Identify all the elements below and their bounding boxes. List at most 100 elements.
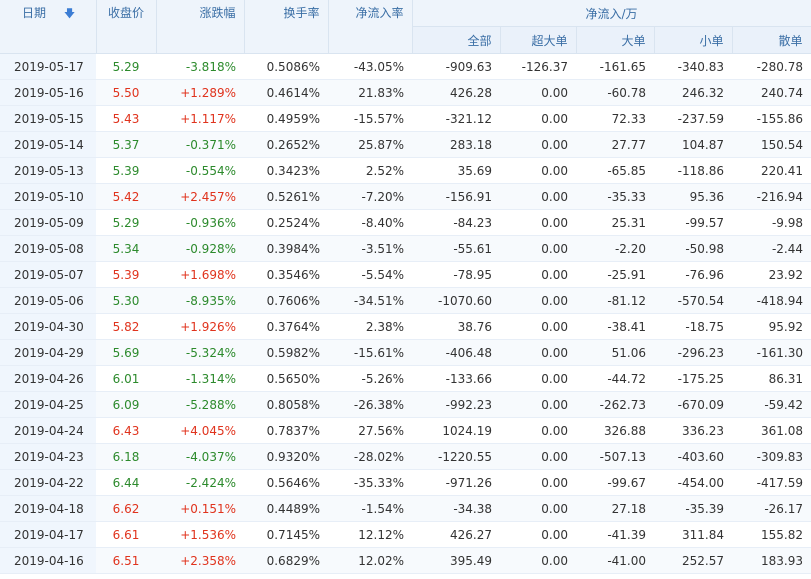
table-row[interactable]: 2019-04-16 6.51 +2.358% 0.6829% 12.02% 395.49… [0, 547, 811, 574]
cell-net-large: 27.18 [576, 495, 654, 522]
cell-date: 2019-05-08 [0, 235, 96, 262]
cell-net-super-large: 0.00 [500, 287, 576, 314]
cell-turnover: 0.5646% [244, 469, 328, 496]
cell-net-retail: 361.08 [732, 417, 811, 444]
header-date-label: 日期 [22, 6, 47, 20]
cell-net-large: 51.06 [576, 339, 654, 366]
header-retail[interactable]: 散单 [732, 26, 811, 54]
cell-date: 2019-04-22 [0, 469, 96, 496]
cell-net-large: 326.88 [576, 417, 654, 444]
header-date[interactable]: 日期 🡇 [0, 0, 97, 54]
cell-close: 5.43 [96, 105, 156, 132]
cell-net-small: -670.09 [654, 391, 732, 418]
header-large[interactable]: 大单 [576, 26, 655, 54]
cell-turnover: 0.4489% [244, 495, 328, 522]
table-row[interactable]: 2019-04-29 5.69 -5.324% 0.5982% -15.61% -406.… [0, 339, 811, 366]
cell-close: 5.37 [96, 131, 156, 158]
table-row[interactable]: 2019-05-17 5.29 -3.818% 0.5086% -43.05% -909.… [0, 53, 811, 80]
fund-flow-panel: 日期 🡇 收盘价 涨跌幅 换手率 净流入率 净流入/万 全部 超大单 大单 小单… [0, 0, 811, 579]
cell-turnover: 0.4959% [244, 105, 328, 132]
cell-net-inflow-rate: 12.02% [328, 547, 412, 574]
cell-net-retail: -9.98 [732, 209, 811, 236]
cell-turnover: 0.4614% [244, 79, 328, 106]
header-net-inflow-rate[interactable]: 净流入率 [328, 0, 413, 54]
cell-turnover: 0.7837% [244, 417, 328, 444]
cell-net-small: -454.00 [654, 469, 732, 496]
cell-net-large: -161.65 [576, 53, 654, 80]
cell-turnover: 0.3984% [244, 235, 328, 262]
cell-date: 2019-04-18 [0, 495, 96, 522]
cell-net-all: -321.12 [412, 105, 500, 132]
cell-net-all: 395.49 [412, 547, 500, 574]
table-row[interactable]: 2019-04-25 6.09 -5.288% 0.8058% -26.38% -992.… [0, 391, 811, 418]
header-all[interactable]: 全部 [412, 26, 501, 54]
cell-net-super-large: 0.00 [500, 261, 576, 288]
cell-net-all: -156.91 [412, 183, 500, 210]
cell-net-small: -340.83 [654, 53, 732, 80]
table-row[interactable]: 2019-05-13 5.39 -0.554% 0.3423% 2.52% 35.69 0.… [0, 157, 811, 184]
header-super-large[interactable]: 超大单 [500, 26, 577, 54]
header-change[interactable]: 涨跌幅 [156, 0, 245, 54]
table-row[interactable]: 2019-04-26 6.01 -1.314% 0.5650% -5.26% -133.6… [0, 365, 811, 392]
cell-net-inflow-rate: 21.83% [328, 79, 412, 106]
table-row[interactable]: 2019-05-08 5.34 -0.928% 0.3984% -3.51% -55.61… [0, 235, 811, 262]
cell-date: 2019-05-09 [0, 209, 96, 236]
cell-date: 2019-04-23 [0, 443, 96, 470]
cell-net-small: 104.87 [654, 131, 732, 158]
cell-date: 2019-05-10 [0, 183, 96, 210]
cell-change: +4.045% [156, 417, 244, 444]
table-row[interactable]: 2019-05-16 5.50 +1.289% 0.4614% 21.83% 426.28… [0, 79, 811, 106]
cell-close: 5.34 [96, 235, 156, 262]
table-body: 2019-05-17 5.29 -3.818% 0.5086% -43.05% -909.… [0, 53, 811, 574]
header-close[interactable]: 收盘价 [96, 0, 157, 54]
sort-down-icon[interactable]: 🡇 [64, 7, 75, 20]
cell-change: +1.698% [156, 261, 244, 288]
cell-change: -4.037% [156, 443, 244, 470]
table-row[interactable]: 2019-05-09 5.29 -0.936% 0.2524% -8.40% -84.23… [0, 209, 811, 236]
cell-net-small: 252.57 [654, 547, 732, 574]
cell-net-retail: 95.92 [732, 313, 811, 340]
table-row[interactable]: 2019-04-24 6.43 +4.045% 0.7837% 27.56% 1024.1… [0, 417, 811, 444]
cell-net-retail: 240.74 [732, 79, 811, 106]
header-turnover[interactable]: 换手率 [244, 0, 329, 54]
cell-turnover: 0.3546% [244, 261, 328, 288]
header-small[interactable]: 小单 [654, 26, 733, 54]
cell-net-all: 38.76 [412, 313, 500, 340]
fund-flow-table: 日期 🡇 收盘价 涨跌幅 换手率 净流入率 净流入/万 全部 超大单 大单 小单… [0, 0, 811, 574]
table-row[interactable]: 2019-04-17 6.61 +1.536% 0.7145% 12.12% 426.27… [0, 521, 811, 548]
table-row[interactable]: 2019-05-15 5.43 +1.117% 0.4959% -15.57% -321.… [0, 105, 811, 132]
cell-net-small: -296.23 [654, 339, 732, 366]
cell-net-all: -909.63 [412, 53, 500, 80]
cell-turnover: 0.3764% [244, 313, 328, 340]
cell-net-super-large: 0.00 [500, 443, 576, 470]
cell-net-all: -78.95 [412, 261, 500, 288]
cell-close: 5.39 [96, 157, 156, 184]
cell-net-inflow-rate: -43.05% [328, 53, 412, 80]
cell-net-super-large: 0.00 [500, 105, 576, 132]
cell-net-small: 95.36 [654, 183, 732, 210]
cell-net-inflow-rate: 2.38% [328, 313, 412, 340]
cell-net-inflow-rate: -5.54% [328, 261, 412, 288]
table-row[interactable]: 2019-04-23 6.18 -4.037% 0.9320% -28.02% -1220… [0, 443, 811, 470]
cell-close: 5.29 [96, 53, 156, 80]
cell-net-all: 426.28 [412, 79, 500, 106]
cell-turnover: 0.5261% [244, 183, 328, 210]
table-row[interactable]: 2019-04-18 6.62 +0.151% 0.4489% -1.54% -34.38… [0, 495, 811, 522]
cell-net-large: -41.00 [576, 547, 654, 574]
cell-change: -5.288% [156, 391, 244, 418]
table-row[interactable]: 2019-05-14 5.37 -0.371% 0.2652% 25.87% 283.18… [0, 131, 811, 158]
table-row[interactable]: 2019-04-30 5.82 +1.926% 0.3764% 2.38% 38.76 0.… [0, 313, 811, 340]
cell-net-large: 72.33 [576, 105, 654, 132]
cell-net-large: -507.13 [576, 443, 654, 470]
cell-close: 6.09 [96, 391, 156, 418]
table-row[interactable]: 2019-05-10 5.42 +2.457% 0.5261% -7.20% -156.9… [0, 183, 811, 210]
table-row[interactable]: 2019-05-06 5.30 -8.935% 0.7606% -34.51% -1070… [0, 287, 811, 314]
table-row[interactable]: 2019-05-07 5.39 +1.698% 0.3546% -5.54% -78.95… [0, 261, 811, 288]
cell-date: 2019-04-17 [0, 521, 96, 548]
cell-turnover: 0.2652% [244, 131, 328, 158]
table-row[interactable]: 2019-04-22 6.44 -2.424% 0.5646% -35.33% -971.… [0, 469, 811, 496]
cell-net-small: -99.57 [654, 209, 732, 236]
cell-change: +1.536% [156, 521, 244, 548]
cell-net-all: 426.27 [412, 521, 500, 548]
cell-date: 2019-05-14 [0, 131, 96, 158]
